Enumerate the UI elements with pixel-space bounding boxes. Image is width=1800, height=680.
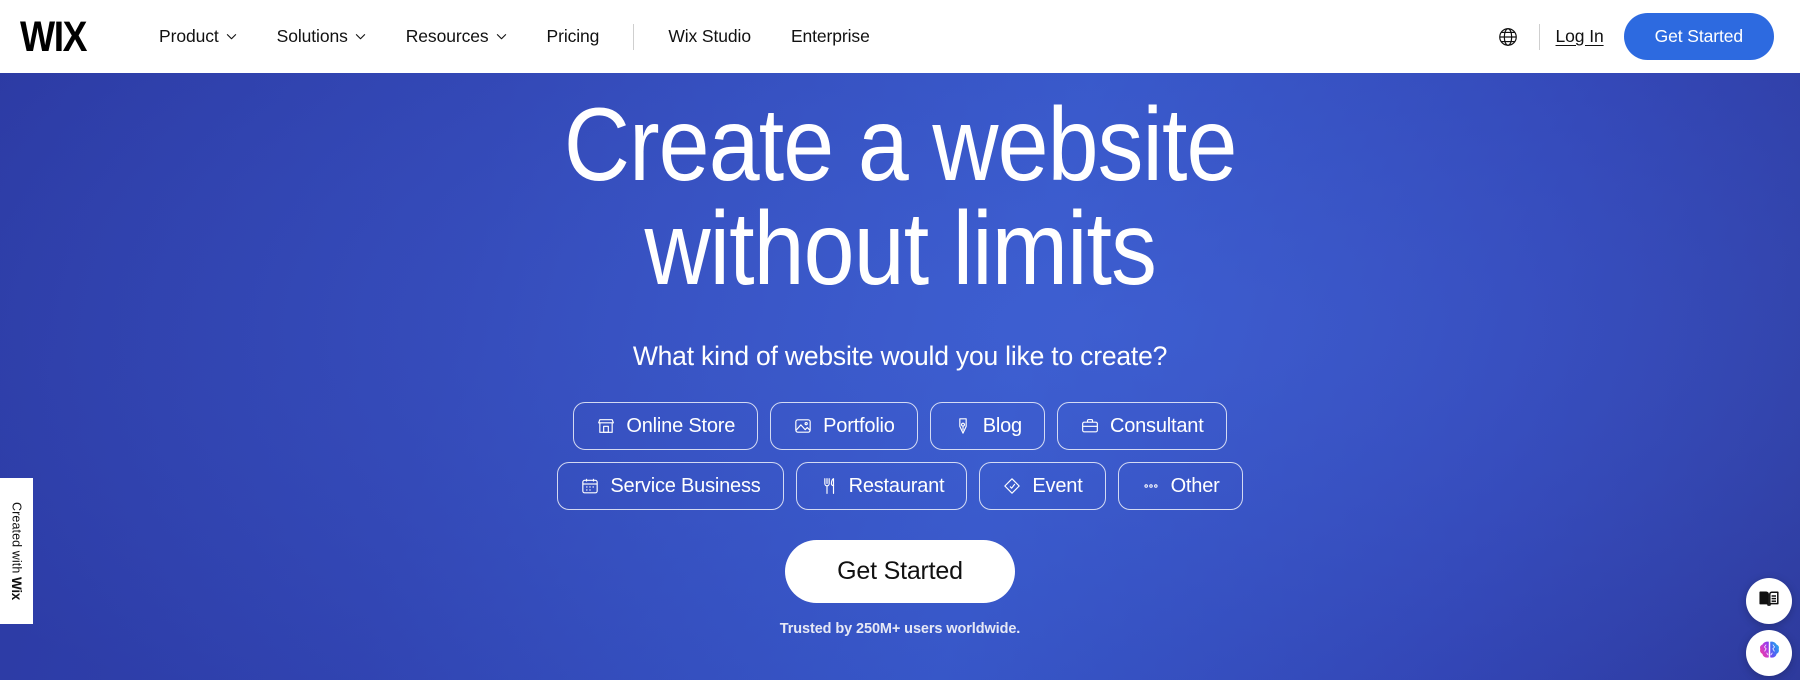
category-chip-restaurant[interactable]: Restaurant [795,462,968,510]
page-title: Create a website without limits [563,87,1238,307]
nav-item-resources[interactable]: Resources [386,26,527,47]
ai-brain-icon [1757,638,1782,668]
header-get-started-button[interactable]: Get Started [1623,13,1774,60]
nav-item-pricing[interactable]: Pricing [527,26,620,47]
chip-label: Consultant [1109,415,1204,437]
ai-assistant-widget-button[interactable] [1746,630,1792,676]
badge-prefix-text: Created with [9,501,24,574]
nav-item-label: Enterprise [790,26,870,46]
header-divider [1538,23,1540,50]
headline-line-2: without limits [644,191,1156,307]
hero-get-started-button[interactable]: Get Started [785,540,1015,603]
open-book-widget-button[interactable] [1746,578,1792,624]
nav-item-label: Solutions [276,26,348,46]
calendar-icon [580,476,600,496]
hero-content: Create a website without limits What kin… [0,73,1800,680]
primary-nav: Product Solutions Resources Pricing Wix … [139,23,890,50]
briefcase-icon [1080,416,1100,436]
trusted-by-text: Trusted by 250M+ users worldwide. [779,621,1021,637]
chip-label: Service Business [610,475,761,497]
created-with-wix-badge[interactable]: Created with Wix [0,478,33,624]
nav-item-solutions[interactable]: Solutions [257,26,386,47]
headline-line-1: Create a website [563,87,1238,203]
chip-label: Blog [982,415,1022,437]
category-chip-blog[interactable]: Blog [929,402,1045,450]
login-link[interactable]: Log In [1556,26,1604,47]
chip-label: Restaurant [848,475,945,497]
nav-item-wix-studio[interactable]: Wix Studio [648,26,771,47]
chip-label: Other [1170,475,1220,497]
header-actions: Log In Get Started [1491,13,1774,60]
category-chip-portfolio[interactable]: Portfolio [770,402,918,450]
chip-label: Portfolio [823,415,895,437]
wix-logo[interactable]: WIX [20,15,87,57]
category-row-1: Online Store Portfolio Blog Consultant [573,402,1227,450]
category-row-2: Service Business Restaurant Event Other [557,462,1243,510]
nav-item-label: Resources [405,26,489,46]
badge-brand-text: Wix [9,577,24,601]
chevron-down-icon [226,31,237,42]
category-chip-service-business[interactable]: Service Business [557,462,784,510]
nav-item-label: Wix Studio [668,26,751,46]
hero-section: Create a website without limits What kin… [0,73,1800,680]
chip-label: Event [1032,475,1083,497]
fork-knife-icon [819,476,839,496]
nav-item-product[interactable]: Product [139,26,257,47]
category-chip-online-store[interactable]: Online Store [573,402,759,450]
open-book-icon [1757,587,1781,616]
chip-label: Online Store [626,415,736,437]
hero-subheadline: What kind of website would you like to c… [632,341,1168,371]
ellipsis-icon [1141,476,1161,496]
created-with-wix-label: Created with Wix [9,502,24,600]
globe-icon[interactable] [1491,20,1525,54]
storefront-icon [596,416,616,436]
category-chip-event[interactable]: Event [979,462,1106,510]
category-chip-group: Online Store Portfolio Blog Consultant S… [557,402,1243,510]
page-root: WIX Product Solutions Resources Pricing … [0,0,1800,680]
nav-item-label: Product [159,26,219,46]
ticket-icon [1002,476,1022,496]
site-header: WIX Product Solutions Resources Pricing … [0,0,1800,73]
pen-nib-icon [953,416,973,436]
nav-divider [633,23,635,50]
category-chip-consultant[interactable]: Consultant [1056,402,1227,450]
chevron-down-icon [496,31,507,42]
image-icon [793,416,813,436]
chevron-down-icon [355,31,366,42]
nav-item-label: Pricing [546,26,600,46]
nav-item-enterprise[interactable]: Enterprise [771,26,890,47]
category-chip-other[interactable]: Other [1117,462,1243,510]
